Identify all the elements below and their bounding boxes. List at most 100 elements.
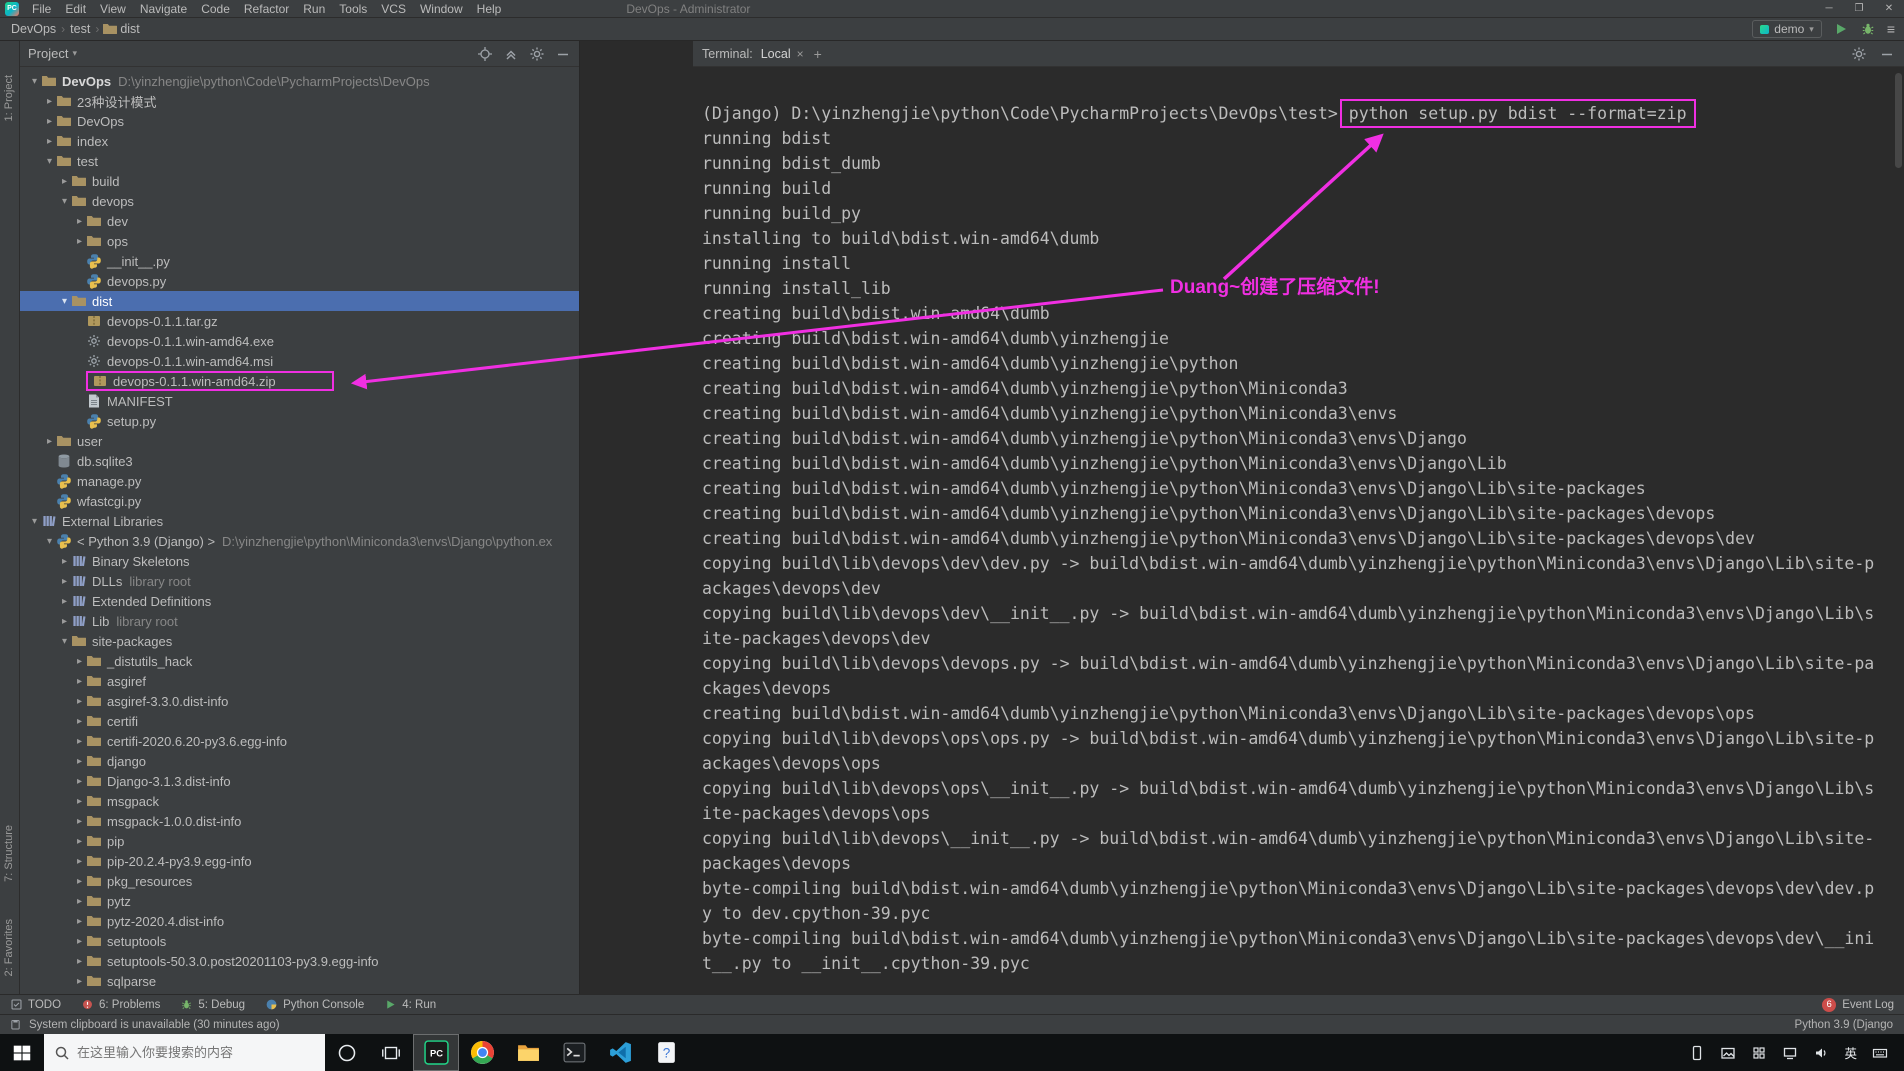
menu-file[interactable]: File — [25, 0, 58, 18]
tree-row[interactable]: ▸ index — [20, 131, 579, 151]
terminal-scrollbar[interactable] — [1895, 73, 1902, 168]
collapse-all-icon[interactable] — [503, 46, 519, 62]
tree-row[interactable]: ▸ DevOps — [20, 111, 579, 131]
menu-run[interactable]: Run — [296, 0, 332, 18]
language-indicator[interactable]: 英 — [1844, 1043, 1857, 1062]
tree-row[interactable]: ▸ Lib library root — [20, 611, 579, 631]
menu-help[interactable]: Help — [470, 0, 509, 18]
phone-tray-icon[interactable] — [1689, 1045, 1705, 1061]
tree-row[interactable]: ▸ Django-3.1.3.dist-info — [20, 771, 579, 791]
menu-code[interactable]: Code — [194, 0, 237, 18]
locate-file-icon[interactable] — [477, 46, 493, 62]
gear-icon[interactable] — [1851, 46, 1867, 62]
menu-navigate[interactable]: Navigate — [133, 0, 194, 18]
tool-window-button-5-debug[interactable]: 5: Debug — [180, 998, 245, 1011]
tree-row[interactable]: devops-0.1.1.tar.gz — [20, 311, 579, 331]
menu-view[interactable]: View — [93, 0, 133, 18]
tree-row[interactable]: ▸ pkg_resources — [20, 871, 579, 891]
event-log-button[interactable]: 6 Event Log — [1822, 997, 1894, 1012]
tree-row[interactable]: ▸ user — [20, 431, 579, 451]
tree-row[interactable]: ▸ asgiref — [20, 671, 579, 691]
tree-row[interactable]: ▸ Extended Definitions — [20, 591, 579, 611]
task-view-button[interactable] — [369, 1034, 413, 1071]
interpreter-indicator[interactable]: Python 3.9 (Django — [1795, 1019, 1895, 1031]
tree-row[interactable]: ▸ pytz — [20, 891, 579, 911]
tool-window-button-6-problems[interactable]: 6: Problems — [81, 998, 160, 1011]
tree-row[interactable]: ▸ 23种设计模式 — [20, 91, 579, 111]
tree-row[interactable]: ▸ certifi-2020.6.20-py3.6.egg-info — [20, 731, 579, 751]
terminal-tab-local[interactable]: Local × — [761, 47, 804, 61]
terminal-output[interactable]: (Django) D:\yinzhengjie\python\Code\Pych… — [693, 67, 1904, 994]
tree-row[interactable]: ▸ _distutils_hack — [20, 651, 579, 671]
tree-row[interactable]: ▸ msgpack-1.0.0.dist-info — [20, 811, 579, 831]
debug-button[interactable] — [1860, 21, 1876, 37]
network-tray-icon[interactable] — [1782, 1045, 1798, 1061]
tree-row[interactable]: ▸ setuptools-50.3.0.post20201103-py3.9.eg… — [20, 951, 579, 971]
tree-row[interactable]: ▸ ops — [20, 231, 579, 251]
tool-button-project[interactable]: 1: Project — [3, 75, 15, 121]
tree-row[interactable]: ▾ test — [20, 151, 579, 171]
hamburger-menu-icon[interactable]: ≡ — [1887, 21, 1895, 37]
breadcrumb-item-devops[interactable]: DevOps — [9, 22, 58, 36]
search-input[interactable] — [77, 1045, 307, 1060]
menu-refactor[interactable]: Refactor — [237, 0, 296, 18]
tree-row[interactable]: ▾ site-packages — [20, 631, 579, 651]
menu-edit[interactable]: Edit — [58, 0, 93, 18]
breadcrumb-item-dist[interactable]: dist — [118, 22, 141, 36]
tree-row[interactable]: devops.py — [20, 271, 579, 291]
tree-row[interactable]: ▸ sqlparse — [20, 971, 579, 991]
image-tray-icon[interactable] — [1720, 1045, 1736, 1061]
tree-row[interactable]: ▸ django — [20, 751, 579, 771]
tree-row[interactable]: __init__.py — [20, 251, 579, 271]
tree-row[interactable]: db.sqlite3 — [20, 451, 579, 471]
breadcrumb-item-test[interactable]: test — [68, 22, 92, 36]
run-button[interactable] — [1833, 21, 1849, 37]
tree-row[interactable]: ▸ certifi — [20, 711, 579, 731]
cmd-app-button[interactable] — [551, 1034, 597, 1071]
tool-button-structure[interactable]: 7: Structure — [3, 825, 15, 882]
tree-row[interactable]: ▸ Binary Skeletons — [20, 551, 579, 571]
tree-row[interactable]: ▸ pip — [20, 831, 579, 851]
tree-row[interactable]: ▸ setuptools — [20, 931, 579, 951]
tool-window-button-python-console[interactable]: Python Console — [265, 998, 364, 1011]
tree-row[interactable]: ▾ External Libraries — [20, 511, 579, 531]
pycharm-app-button[interactable]: PC — [413, 1034, 459, 1071]
explorer-app-button[interactable] — [505, 1034, 551, 1071]
run-config-selector[interactable]: demo ▾ — [1752, 20, 1822, 38]
tool-window-button-todo[interactable]: TODO — [10, 998, 61, 1011]
tree-row[interactable]: devops-0.1.1.win-amd64.msi — [20, 351, 579, 371]
hide-panel-icon[interactable] — [1879, 46, 1895, 62]
keyboard-tray-icon[interactable] — [1872, 1045, 1888, 1061]
chrome-app-button[interactable] — [459, 1034, 505, 1071]
tool-button-favorites[interactable]: 2: Favorites — [3, 919, 15, 976]
grid-tray-icon[interactable] — [1751, 1045, 1767, 1061]
menu-window[interactable]: Window — [413, 0, 470, 18]
tree-row[interactable]: ▸ DLLs library root — [20, 571, 579, 591]
tree-row[interactable]: ▸ pip-20.2.4-py3.9.egg-info — [20, 851, 579, 871]
tree-row[interactable]: MANIFEST — [20, 391, 579, 411]
minimize-button[interactable]: ─ — [1814, 0, 1844, 18]
tree-row[interactable]: ▾ devops — [20, 191, 579, 211]
docq-app-button[interactable]: ? — [643, 1034, 689, 1071]
close-button[interactable]: ✕ — [1874, 0, 1904, 18]
tree-row[interactable]: ▸ dev — [20, 211, 579, 231]
menu-vcs[interactable]: VCS — [374, 0, 413, 18]
tree-row[interactable]: ▸ build — [20, 171, 579, 191]
tree-row[interactable]: ▸ pytz-2020.4.dist-info — [20, 911, 579, 931]
menu-tools[interactable]: Tools — [332, 0, 374, 18]
vscode-app-button[interactable] — [597, 1034, 643, 1071]
tree-row[interactable]: ▾ DevOps D:\yinzhengjie\python\Code\Pychar… — [20, 71, 579, 91]
close-tab-icon[interactable]: × — [797, 47, 804, 61]
tree-row[interactable]: setup.py — [20, 411, 579, 431]
tree-row[interactable]: wfastcgi.py — [20, 491, 579, 511]
new-terminal-icon[interactable]: + — [812, 46, 822, 62]
start-button[interactable] — [0, 1034, 44, 1071]
hide-panel-icon[interactable] — [555, 46, 571, 62]
taskbar-search[interactable] — [44, 1034, 325, 1071]
volume-tray-icon[interactable] — [1813, 1045, 1829, 1061]
tree-row[interactable]: ▾ < Python 3.9 (Django) > D:\yinzhengjie\p… — [20, 531, 579, 551]
tree-row[interactable]: ▸ asgiref-3.3.0.dist-info — [20, 691, 579, 711]
tree-row[interactable]: devops-0.1.1.win-amd64.exe — [20, 331, 579, 351]
maximize-button[interactable]: ❐ — [1844, 0, 1874, 18]
tree-row[interactable]: ▸ msgpack — [20, 791, 579, 811]
